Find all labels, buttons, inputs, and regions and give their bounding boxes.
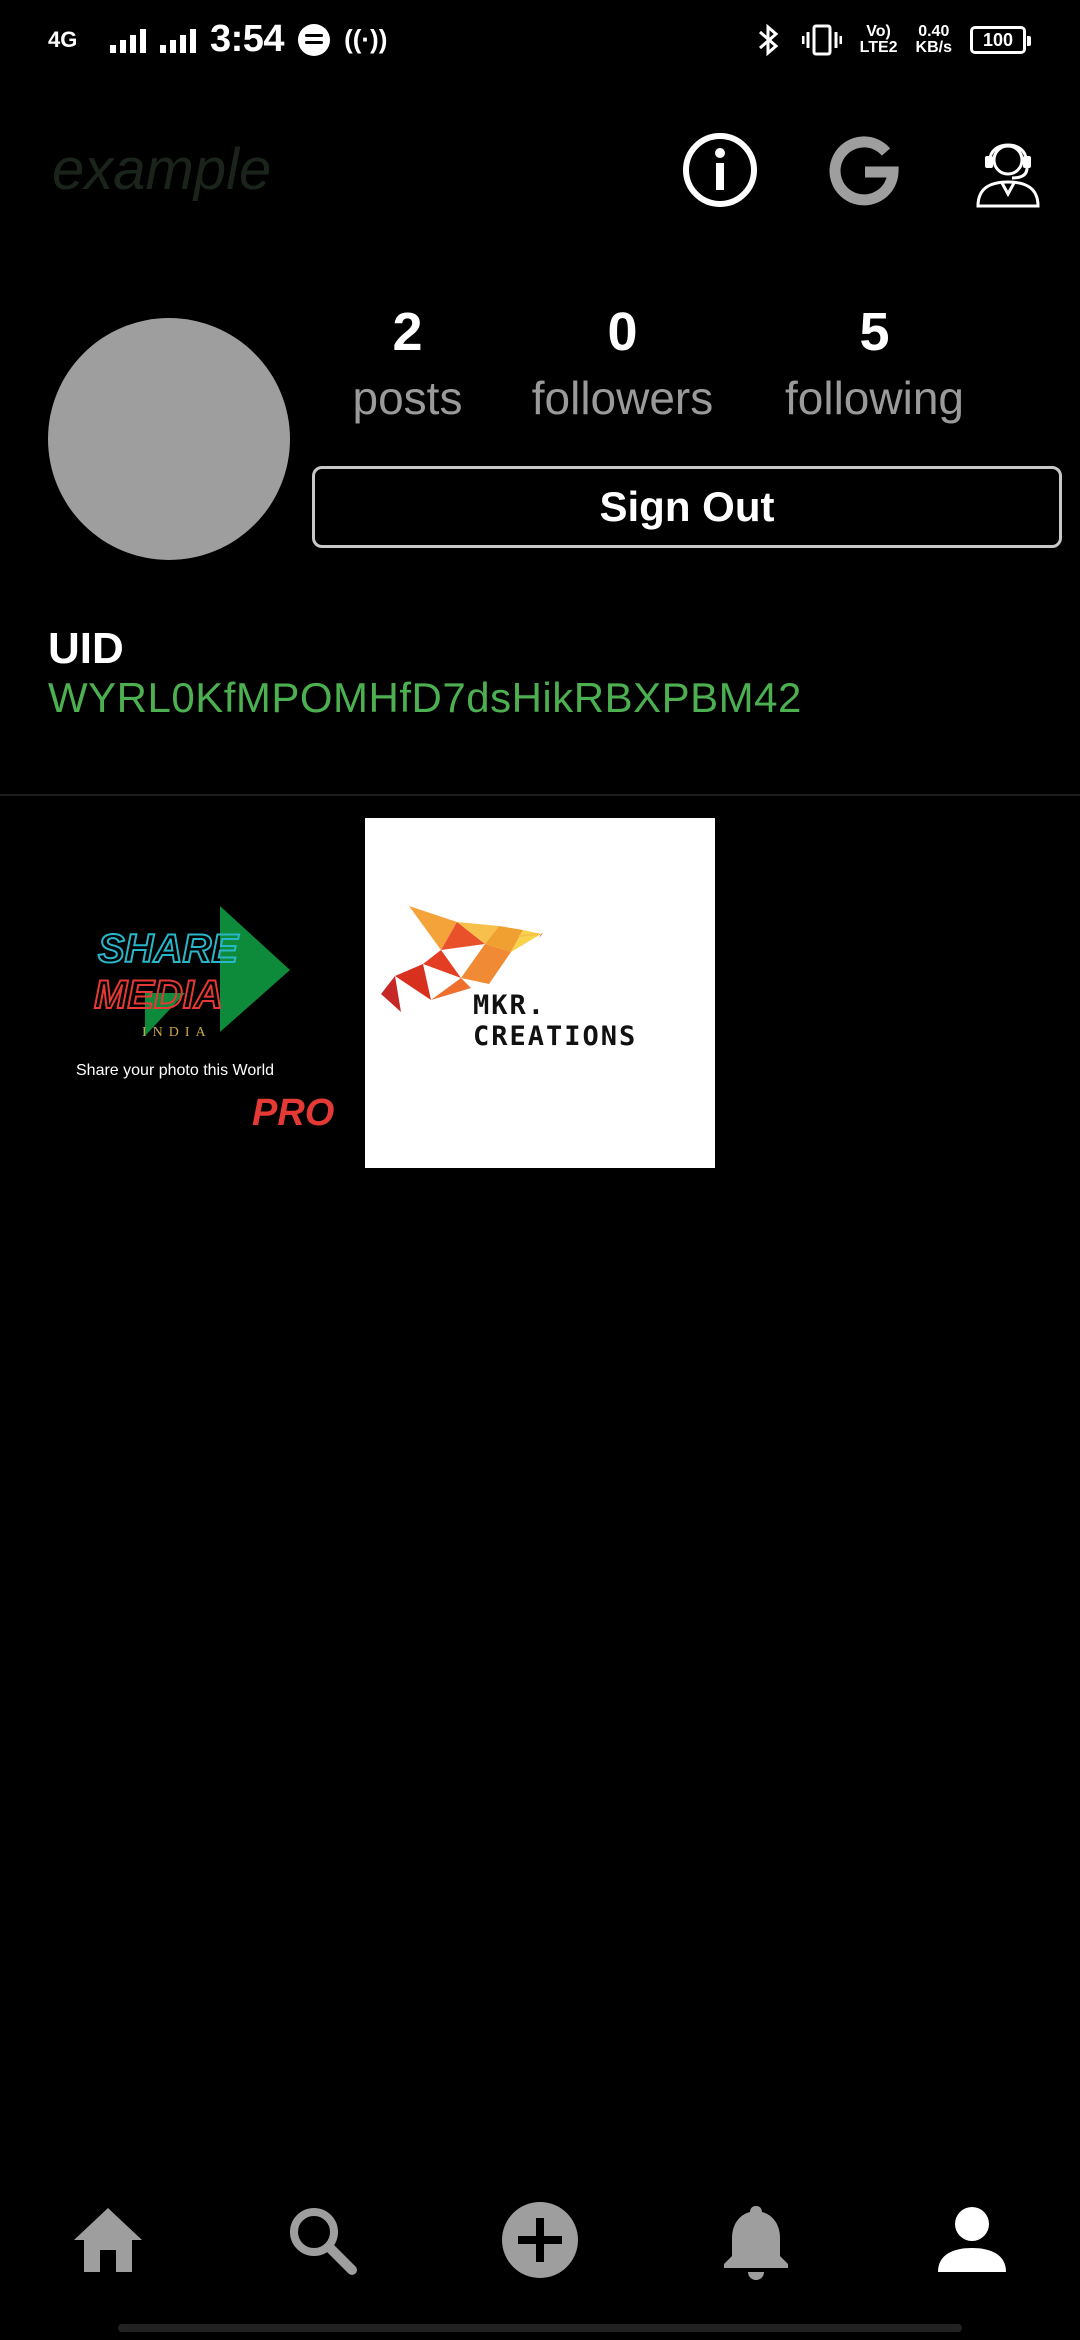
- battery-level: 100: [982, 29, 1014, 50]
- support-agent-icon[interactable]: [966, 128, 1050, 212]
- google-icon[interactable]: [822, 128, 906, 212]
- avatar[interactable]: [48, 318, 290, 560]
- post-thumbnail-mkr-creations[interactable]: MKR. CREATIONS: [365, 818, 715, 1168]
- speed-unit: KB/s: [915, 39, 952, 56]
- add-post-icon: [502, 2202, 578, 2278]
- signal-icon: [110, 27, 146, 53]
- signal-icon-2: [160, 27, 196, 53]
- hotspot-icon: ((·)): [344, 24, 388, 54]
- app-header: example: [0, 120, 1080, 220]
- status-bar: 4G 3:54 ((·)) Vo) LTE2 0.40 KB/s 100: [0, 0, 1080, 84]
- volte-line1: Vo): [866, 23, 891, 40]
- spotify-icon: [298, 23, 331, 56]
- bottom-navigation: [0, 2190, 1080, 2290]
- logo-line2: MEDIA: [94, 973, 223, 1017]
- stat-followers[interactable]: 0 followers: [520, 300, 725, 428]
- stat-following[interactable]: 5 following: [772, 300, 977, 428]
- status-bar-left: 4G 3:54 ((·)): [48, 18, 387, 61]
- following-count: 5: [859, 302, 890, 362]
- nav-home[interactable]: [58, 2190, 158, 2290]
- divider: [0, 794, 1080, 796]
- stat-posts[interactable]: 2 posts: [340, 300, 475, 428]
- network-type: 4G: [48, 26, 78, 52]
- bluetooth-icon: [758, 23, 778, 57]
- posts-label: posts: [352, 372, 463, 424]
- search-icon: [290, 2208, 357, 2275]
- profile-icon: [938, 2207, 1006, 2272]
- status-bar-right: Vo) LTE2 0.40 KB/s 100: [756, 22, 1031, 58]
- followers-count: 0: [607, 302, 638, 362]
- volte-indicator: Vo) LTE2: [860, 24, 898, 56]
- speed-value: 0.40: [918, 23, 950, 40]
- post-thumbnail-share-media[interactable]: SHARE MEDIA INDIA Share your photo this …: [10, 818, 360, 1168]
- battery-icon: 100: [970, 26, 1031, 54]
- network-speed: 0.40 KB/s: [916, 24, 952, 56]
- status-time: 3:54: [210, 18, 285, 60]
- notifications-icon: [724, 2206, 788, 2280]
- posts-count: 2: [392, 302, 423, 362]
- home-icon: [74, 2208, 142, 2272]
- nav-search[interactable]: [272, 2190, 372, 2290]
- volte-line2: LTE2: [859, 39, 898, 56]
- sign-out-button[interactable]: Sign Out: [312, 466, 1062, 548]
- nav-add-post[interactable]: [490, 2190, 590, 2290]
- info-icon[interactable]: [678, 128, 762, 212]
- pro-badge: PRO: [252, 1092, 335, 1134]
- gesture-bar: [118, 2324, 962, 2332]
- uid-value: WYRL0KfMPOMHfD7dsHikRBXPBM42: [48, 674, 802, 721]
- post-caption: Share your photo this World: [76, 1062, 275, 1079]
- nav-notifications[interactable]: [706, 2190, 806, 2290]
- nav-profile[interactable]: [922, 2190, 1022, 2290]
- uid-label: UID: [48, 624, 124, 673]
- logo-line3: INDIA: [142, 1025, 212, 1040]
- vibrate-icon: [801, 24, 842, 56]
- following-label: following: [785, 372, 964, 424]
- brand-text: MKR. CREATIONS: [473, 990, 638, 1052]
- followers-label: followers: [531, 372, 714, 424]
- app-title: example: [52, 137, 272, 202]
- logo-line1: SHARE: [98, 927, 239, 971]
